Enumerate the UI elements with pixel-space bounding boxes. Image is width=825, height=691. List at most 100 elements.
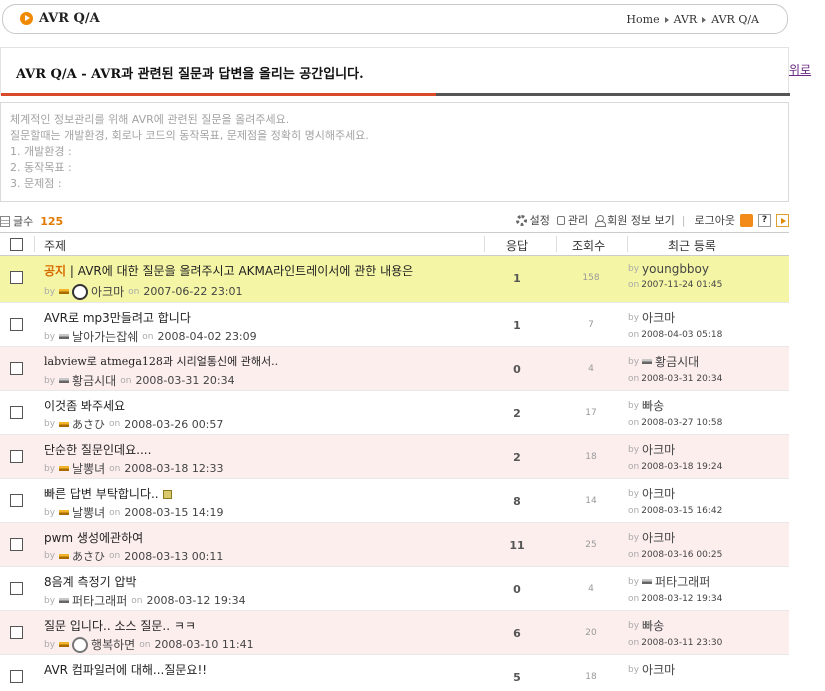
- row-checkbox[interactable]: [10, 582, 23, 595]
- avatar: [72, 283, 89, 300]
- last-post: by 아크마 on 2008-03-15 16:42: [628, 485, 722, 516]
- board-notice: 체계적인 정보관리를 위해 AVR에 관련된 질문을 올려주세요. 질문할때는 …: [0, 102, 789, 202]
- view-count: 14: [585, 496, 597, 506]
- help-icon[interactable]: ?: [758, 213, 771, 227]
- row-checkbox[interactable]: [10, 494, 23, 507]
- admin-button[interactable]: 관리: [556, 212, 588, 228]
- row-checkbox[interactable]: [10, 271, 23, 284]
- post-title[interactable]: 질문 입니다.. 소스 질문.. ㅋㅋ: [44, 617, 196, 634]
- row-checkbox[interactable]: [10, 538, 23, 551]
- by-label: by: [44, 463, 56, 474]
- post-author[interactable]: 행복하면: [91, 636, 135, 653]
- last-post-user[interactable]: 빠송: [642, 617, 664, 634]
- last-post-user[interactable]: 아크마: [642, 661, 675, 678]
- post-author[interactable]: あさひ: [72, 548, 105, 564]
- breadcrumb-avr-qa[interactable]: AVR Q/A: [711, 13, 759, 26]
- breadcrumb-home[interactable]: Home: [626, 13, 659, 26]
- image-attachment-icon: [162, 490, 172, 499]
- table-row: 단순한 질문인데요.... by 날뽕녀 on 2008-03-18 12:33…: [0, 435, 789, 479]
- row-checkbox[interactable]: [10, 318, 23, 331]
- post-title[interactable]: | AVR에 대한 질문을 올려주시고 AKMA라인트레이서에 관한 내용은: [66, 264, 413, 278]
- level-badge-icon: [59, 421, 70, 427]
- post-title[interactable]: AVR로 mp3만들려고 합니다: [44, 309, 191, 326]
- level-badge-icon: [59, 642, 70, 647]
- arrow-right-icon[interactable]: [776, 213, 789, 227]
- post-meta: by 행복하면 on 2008-03-10 11:41: [44, 636, 254, 653]
- post-title[interactable]: pwm 생성에관하여: [44, 529, 143, 546]
- banner-dark-line: [436, 93, 790, 96]
- column-subject[interactable]: 주제: [44, 237, 66, 254]
- post-title[interactable]: 8음계 측정기 압박: [44, 573, 137, 590]
- post-author[interactable]: 날아가는잡쉐: [72, 328, 138, 345]
- on-label: on: [628, 374, 640, 384]
- settings-button[interactable]: 설정: [515, 212, 550, 228]
- last-post-user[interactable]: 퍼타그래퍼: [655, 573, 710, 590]
- view-count: 18: [585, 672, 597, 682]
- table-row: 질문 입니다.. 소스 질문.. ㅋㅋ by 행복하면 on 2008-03-1…: [0, 611, 789, 655]
- select-all-checkbox[interactable]: [10, 238, 23, 251]
- row-checkbox[interactable]: [10, 626, 23, 639]
- post-author[interactable]: 퍼타그래퍼: [72, 592, 127, 609]
- post-author[interactable]: 날뽕녀: [72, 460, 105, 477]
- last-post-user[interactable]: youngbboy: [642, 262, 709, 276]
- last-post: by 아크마 on 2008-03-18 19:24: [628, 441, 722, 472]
- view-count: 158: [582, 273, 600, 283]
- column-divider: [556, 236, 557, 252]
- level-badge-icon: [59, 553, 70, 559]
- notice-line: 1. 개발환경 :: [10, 145, 72, 158]
- post-date: 2008-03-31 20:34: [135, 374, 235, 387]
- table-row: 이것좀 봐주세요 by あさひ on 2008-03-26 00:57 2 17…: [0, 391, 789, 435]
- post-subject[interactable]: 공지 | AVR에 대한 질문을 올려주시고 AKMA라인트레이서에 관한 내용…: [44, 262, 413, 279]
- member-info-button[interactable]: 회원 정보 보기: [595, 212, 675, 228]
- by-label: by: [628, 620, 640, 631]
- post-title[interactable]: 단순한 질문인데요....: [44, 441, 151, 458]
- back-to-top-link[interactable]: 위로: [789, 61, 811, 78]
- post-meta: by あさひ on 2008-03-26 00:57: [44, 416, 223, 432]
- row-checkbox[interactable]: [10, 670, 23, 683]
- last-post-date: 2008-03-15 16:42: [641, 506, 723, 516]
- view-count: 7: [588, 320, 594, 330]
- lock-icon: [556, 215, 565, 225]
- last-post: by 빠송 on 2008-03-11 23:30: [628, 617, 722, 648]
- by-label: by: [628, 488, 640, 499]
- row-checkbox[interactable]: [10, 362, 23, 375]
- post-author[interactable]: 황금시대: [72, 372, 116, 389]
- by-label: by: [628, 532, 640, 543]
- logout-button[interactable]: 로그아웃: [695, 212, 735, 228]
- row-checkbox[interactable]: [10, 406, 23, 419]
- column-last-post[interactable]: 최근 등록: [668, 237, 716, 254]
- post-title[interactable]: AVR 컴파일러에 대해...질문요!!: [44, 661, 207, 678]
- post-author[interactable]: 아크마: [91, 283, 124, 300]
- last-post-user[interactable]: 아크마: [642, 485, 675, 502]
- post-date: 2008-04-02 23:09: [157, 330, 257, 343]
- last-post-user[interactable]: 황금시대: [655, 353, 699, 370]
- row-checkbox[interactable]: [10, 450, 23, 463]
- last-post-user[interactable]: 아크마: [642, 441, 675, 458]
- post-title[interactable]: 이것좀 봐주세요: [44, 397, 125, 414]
- breadcrumb-avr[interactable]: AVR: [674, 13, 698, 26]
- post-author[interactable]: あさひ: [72, 416, 105, 432]
- column-views[interactable]: 조회수: [572, 237, 605, 254]
- post-date: 2008-03-18 12:33: [124, 462, 224, 475]
- last-post-user[interactable]: 빠송: [642, 397, 664, 414]
- by-label: by: [628, 356, 640, 367]
- column-replies[interactable]: 응답: [506, 237, 528, 254]
- last-post-user[interactable]: 아크마: [642, 309, 675, 326]
- avatar: [72, 636, 89, 653]
- by-label: by: [628, 312, 640, 323]
- post-title[interactable]: labview로 atmega128과 시리얼통신에 관해서..: [44, 353, 278, 369]
- notice-line: 질문할때는 개발환경, 회로나 코드의 동작목표, 문제점을 정확히 명시해주세…: [10, 129, 369, 142]
- post-title[interactable]: 빠른 답변 부탁합니다..: [44, 487, 159, 501]
- level-badge-icon: [59, 466, 70, 471]
- post-author[interactable]: 날뽕녀: [72, 504, 105, 521]
- document-icon: [0, 215, 10, 227]
- by-label: by: [628, 264, 640, 274]
- board-description: AVR Q/A - AVR과 관련된 질문과 답변을 올리는 공간입니다.: [16, 67, 364, 82]
- reply-count: 1: [513, 319, 521, 332]
- last-post-user[interactable]: 아크마: [642, 529, 675, 546]
- post-subject[interactable]: 빠른 답변 부탁합니다..: [44, 485, 172, 502]
- rss-icon[interactable]: [740, 213, 753, 227]
- view-count: 4: [588, 584, 594, 594]
- reply-count: 6: [513, 627, 521, 640]
- by-label: by: [44, 595, 56, 606]
